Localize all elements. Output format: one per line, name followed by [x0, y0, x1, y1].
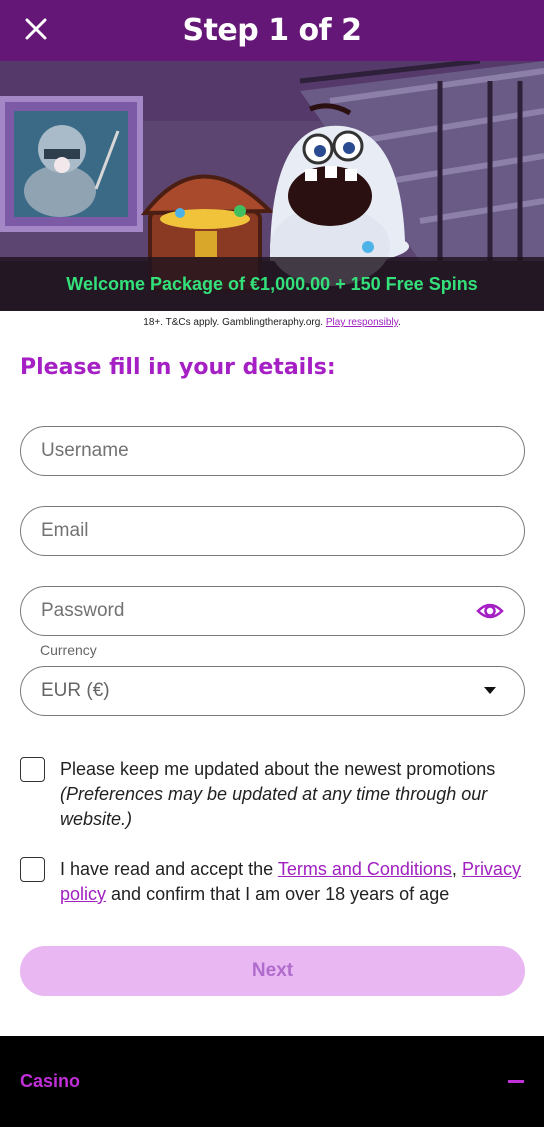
password-input[interactable] [41, 600, 504, 622]
terms-comma: , [451, 859, 462, 879]
form-title: Please fill in your details: [20, 355, 336, 380]
close-icon [25, 18, 47, 40]
footer: Casino [0, 1036, 544, 1127]
promotions-consent-row: Please keep me updated about the newest … [20, 757, 525, 832]
currency-label: Currency [40, 642, 97, 658]
next-button[interactable]: Next [20, 946, 525, 996]
promotions-label: Please keep me updated about the newest … [60, 759, 496, 779]
close-button[interactable] [19, 12, 53, 46]
play-responsibly-link[interactable]: Play responsibly [326, 317, 398, 328]
promo-text: Welcome Package of €1,000.00 + 150 Free … [66, 273, 478, 294]
eye-icon[interactable] [476, 599, 504, 623]
promo-banner: Welcome Package of €1,000.00 + 150 Free … [0, 61, 544, 311]
terms-consent-row: I have read and accept the Terms and Con… [20, 857, 525, 907]
top-bar: Step 1 of 2 [0, 0, 544, 61]
password-field [20, 586, 525, 636]
username-field [20, 426, 525, 476]
currency-value: EUR (€) [41, 680, 110, 701]
terms-consent-text: I have read and accept the Terms and Con… [60, 857, 525, 907]
promotions-consent-text: Please keep me updated about the newest … [60, 757, 525, 832]
username-input[interactable] [41, 440, 504, 462]
email-field [20, 506, 525, 556]
terms-link[interactable]: Terms and Conditions [278, 859, 452, 879]
caret-down-icon [484, 687, 496, 694]
disclaimer-text: 18+. T&Cs apply. Gamblingtheraphy.org. [143, 317, 324, 328]
promotions-checkbox[interactable] [20, 757, 45, 782]
disclaimer-suffix: . [397, 317, 401, 328]
disclaimer: 18+. T&Cs apply. Gamblingtheraphy.org. P… [0, 317, 544, 328]
currency-select[interactable]: EUR (€) [20, 666, 525, 716]
minus-icon[interactable] [508, 1080, 524, 1083]
email-input[interactable] [41, 520, 504, 542]
promotions-note: (Preferences may be updated at any time … [60, 784, 488, 829]
promo-strip: Welcome Package of €1,000.00 + 150 Free … [0, 257, 544, 311]
terms-checkbox[interactable] [20, 857, 45, 882]
terms-prefix: I have read and accept the [60, 859, 278, 879]
terms-suffix: and confirm that I am over 18 years of a… [106, 884, 450, 904]
page-title: Step 1 of 2 [182, 13, 362, 48]
footer-section-casino[interactable]: Casino [20, 1071, 80, 1092]
